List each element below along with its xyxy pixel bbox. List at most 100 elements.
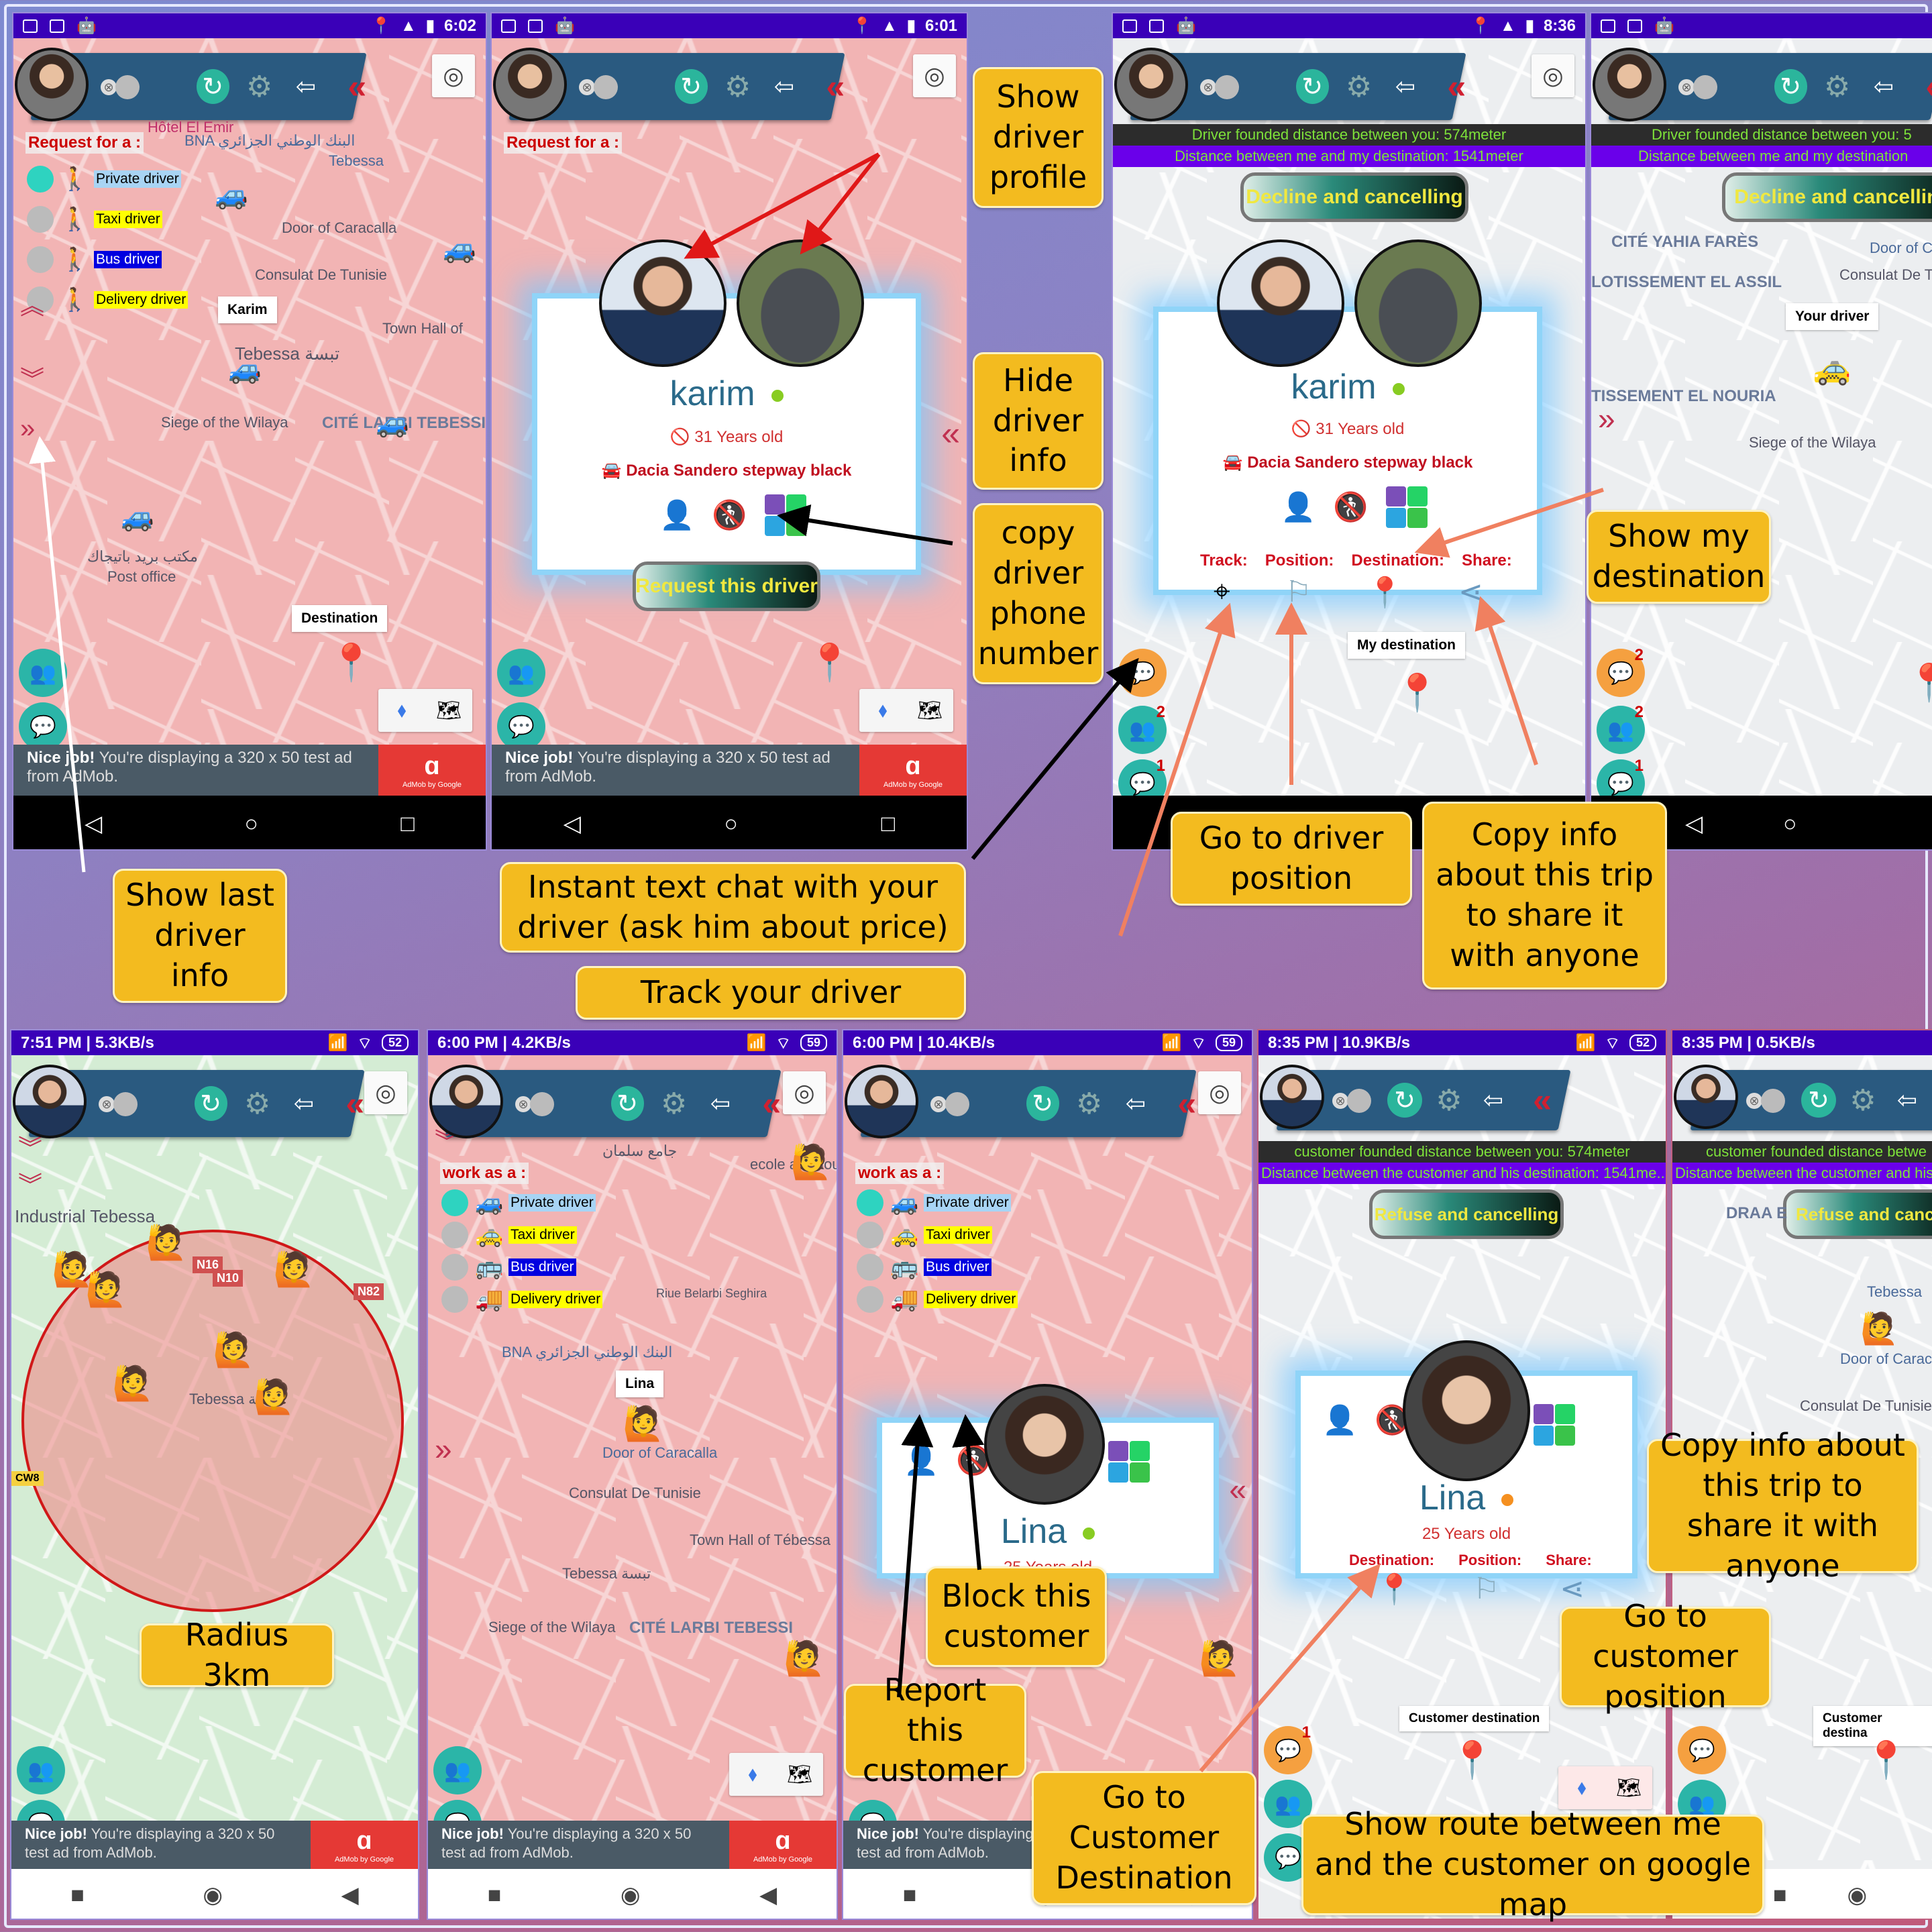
report-user-icon[interactable]: 👤 [659, 499, 694, 532]
recents-button[interactable]: ■ [488, 1882, 502, 1909]
refresh-button[interactable]: ↻ [1774, 69, 1807, 104]
recents-button[interactable]: □ [400, 811, 415, 837]
instant-chat-button[interactable]: 💬 [1118, 649, 1167, 697]
map-view[interactable]: ⊗ ↻ ⚙ ⇦ « ◎ Hôtel El Emir Request for a … [13, 38, 486, 849]
refresh-button[interactable]: ↻ [674, 69, 708, 104]
option-switch[interactable] [441, 1254, 468, 1281]
block-user-icon[interactable]: 🚷 [1333, 491, 1368, 524]
map-view[interactable]: ⊗ ↻ ⚙ ⇦ « Driver founded distance betwee… [1591, 38, 1932, 849]
collapse-chevron-icon[interactable]: ︾ [20, 360, 44, 395]
map-view[interactable]: ⊗ ↻ ⚙ ⇦ « ◎ Industrial Tebessa N16 N10 N… [11, 1055, 418, 1919]
my-location-button[interactable]: ◎ [913, 54, 956, 97]
customer-marker-icon[interactable]: 🙋 [112, 1364, 154, 1403]
destination-pin-icon[interactable]: 📍 [1450, 1739, 1495, 1782]
online-toggle[interactable]: ⊗ [99, 1092, 142, 1116]
settings-button[interactable]: ⚙ [1845, 1083, 1880, 1118]
destination-pin-icon[interactable]: 📍 [1864, 1739, 1909, 1782]
refuse-cancel-button[interactable]: Refuse and cance [1783, 1189, 1932, 1239]
recents-button[interactable]: ■ [70, 1882, 85, 1909]
logout-button[interactable]: ⇦ [1476, 1083, 1511, 1118]
logout-button[interactable]: ⇦ [1119, 1086, 1152, 1121]
refresh-button[interactable]: ↻ [1026, 1086, 1059, 1121]
user-avatar[interactable] [1114, 48, 1188, 121]
settings-button[interactable]: ⚙ [243, 69, 276, 104]
copy-phone-button[interactable] [1534, 1404, 1575, 1446]
map-view[interactable]: ⊗ ↻ ⚙ ⇦ « ◎ Request for a : karim 🚫 31 Y… [492, 38, 967, 849]
option-taxi-driver[interactable]: 🚕 Taxi driver [441, 1222, 577, 1248]
car-marker-icon[interactable]: 🚙 [121, 501, 154, 533]
option-switch[interactable] [857, 1286, 883, 1313]
logout-button[interactable]: ⇦ [1890, 1083, 1925, 1118]
my-location-button[interactable]: ◎ [1532, 54, 1574, 97]
back-button[interactable]: ◀ [759, 1882, 777, 1909]
settings-button[interactable]: ⚙ [1432, 1083, 1466, 1118]
directions-icon[interactable]: ⬧ [729, 1753, 776, 1796]
customer-marker-icon[interactable]: 🙋 [273, 1250, 315, 1289]
instant-chat-button[interactable]: 💬 [1678, 1726, 1726, 1774]
ad-banner[interactable]: Nice job! You're displaying a 320 x 50 t… [11, 1821, 418, 1869]
option-private-driver[interactable]: 🚙 Private driver [857, 1189, 1011, 1216]
destination-pin-icon[interactable]: 📍 [329, 642, 374, 684]
collapse-toolbar-button[interactable]: « [1436, 68, 1468, 105]
settings-button[interactable]: ⚙ [721, 69, 754, 104]
share-icon[interactable]: ⋖ [1458, 575, 1483, 610]
recents-button[interactable]: ■ [1773, 1882, 1787, 1909]
option-switch[interactable] [857, 1222, 883, 1248]
user-avatar[interactable] [13, 1065, 87, 1138]
option-bus-driver[interactable]: 🚌 Bus driver [857, 1254, 991, 1281]
my-location-button[interactable]: ◎ [432, 54, 475, 97]
users-button[interactable]: 👥 [497, 649, 545, 697]
taxi-marker-icon[interactable]: 🚕 [1813, 350, 1851, 387]
customer-marker-icon[interactable]: 🙋 [1860, 1310, 1898, 1347]
show-last-driver-button[interactable]: » [20, 414, 35, 444]
car-photo[interactable] [1354, 239, 1482, 367]
collapse-toolbar-button[interactable]: « [1914, 68, 1932, 105]
user-avatar[interactable] [1260, 1065, 1324, 1129]
ad-banner[interactable]: Nice job! You're displaying a 320 x 50 t… [428, 1821, 837, 1869]
option-private-driver[interactable]: 🚙 Private driver [441, 1189, 596, 1216]
users-button[interactable]: 👥 2 [1118, 703, 1167, 754]
logout-button[interactable]: ⇦ [704, 1086, 737, 1121]
online-toggle[interactable]: ⊗ [515, 1092, 559, 1116]
user-avatar[interactable] [1674, 1065, 1738, 1129]
ad-banner[interactable]: Nice job! You're displaying a 320 x 50 t… [492, 745, 967, 796]
home-button[interactable]: ○ [245, 811, 259, 837]
logout-button[interactable]: ⇦ [289, 69, 322, 104]
directions-icon[interactable]: ⬧ [378, 689, 425, 732]
users-button[interactable]: 👥 [19, 649, 67, 697]
home-button[interactable]: ◉ [203, 1882, 223, 1909]
option-taxi-driver[interactable]: 🚕 Taxi driver [857, 1222, 992, 1248]
customer-marker-icon[interactable]: 🙋 [784, 1639, 825, 1678]
users-button[interactable]: 👥 [433, 1746, 482, 1794]
show-destination-button[interactable]: » [1598, 400, 1615, 437]
my-location-button[interactable]: ◎ [364, 1071, 407, 1114]
option-bus-driver[interactable]: 🚶 Bus driver [27, 246, 162, 273]
collapse-toolbar-button[interactable]: « [1166, 1085, 1199, 1122]
block-user-icon[interactable]: 🚷 [712, 499, 747, 532]
report-user-icon[interactable]: 👤 [1322, 1404, 1357, 1437]
directions-icon[interactable]: ⬧ [859, 689, 906, 732]
my-location-button[interactable]: ◎ [1198, 1071, 1241, 1114]
customer-photo[interactable] [1403, 1340, 1530, 1481]
option-delivery-driver[interactable]: 🚚 Delivery driver [857, 1286, 1018, 1313]
option-delivery-driver[interactable]: 🚶 Delivery driver [27, 286, 189, 313]
back-button[interactable]: ◁ [564, 810, 581, 837]
refresh-button[interactable]: ↻ [1801, 1083, 1836, 1118]
customer-marker-icon[interactable]: 🙋 [1199, 1639, 1240, 1678]
refresh-button[interactable]: ↻ [1387, 1083, 1422, 1118]
refresh-button[interactable]: ↻ [1295, 69, 1329, 104]
option-switch[interactable] [857, 1254, 883, 1281]
destination-pin-icon[interactable]: 📍 [1395, 672, 1440, 714]
online-toggle[interactable]: ⊗ [1332, 1089, 1378, 1113]
map-view[interactable]: ⊗ ↻ ⚙ ⇦ « ◎ work as a : 🚙 Private driver … [428, 1055, 837, 1919]
logout-button[interactable]: ⇦ [767, 69, 800, 104]
map-view[interactable]: ⊗ ↻ ⚙ ⇦ « ◎ Driver founded distance betw… [1113, 38, 1585, 849]
destination-icon[interactable]: 📍 [1366, 575, 1403, 610]
customer-marker-icon[interactable]: 🙋 [146, 1223, 187, 1263]
back-button[interactable]: ◁ [85, 810, 102, 837]
ad-banner[interactable]: Nice job! You're displaying a 320 x 50 t… [13, 745, 486, 796]
instant-chat-button[interactable]: 💬 1 [1264, 1723, 1312, 1774]
customer-photo[interactable] [984, 1384, 1105, 1505]
my-location-button[interactable]: ◎ [783, 1071, 826, 1114]
google-maps-icon[interactable]: 🗺 [776, 1753, 823, 1796]
